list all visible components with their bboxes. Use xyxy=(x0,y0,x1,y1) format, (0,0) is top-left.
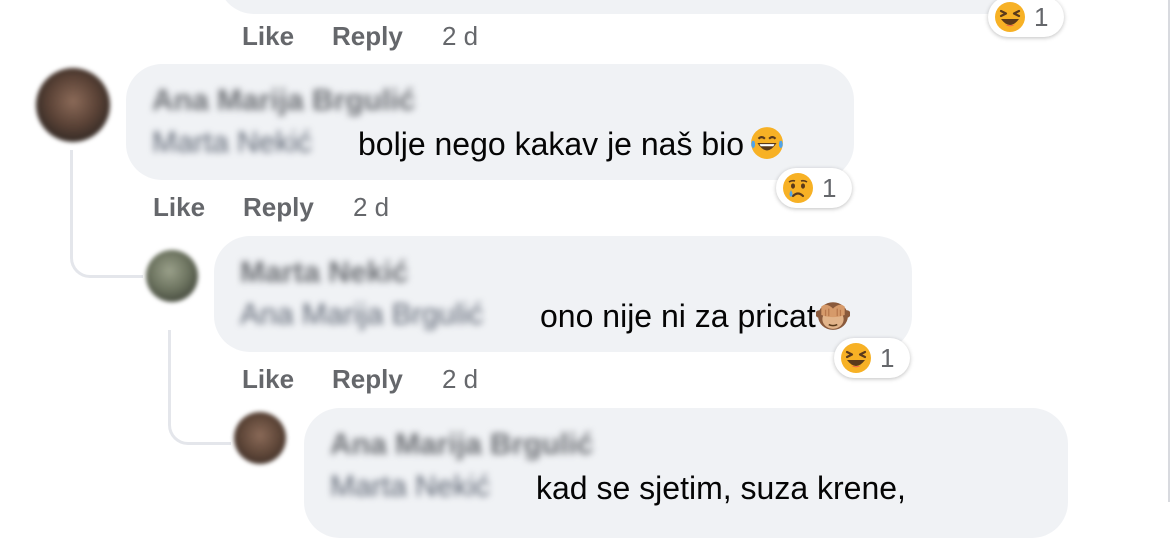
mention-tag[interactable]: Marta Nekić xyxy=(152,126,312,160)
reaction-count: 1 xyxy=(822,173,837,203)
like-button[interactable]: Like xyxy=(153,192,205,223)
reply-button[interactable]: Reply xyxy=(332,21,403,52)
thread-line xyxy=(168,330,231,445)
sad-tear-icon xyxy=(782,172,814,204)
like-button[interactable]: Like xyxy=(242,21,294,52)
avatar[interactable] xyxy=(146,250,198,302)
laughing-squint-icon xyxy=(840,342,872,374)
comment-timestamp[interactable]: 2 d xyxy=(442,21,478,52)
reaction-summary-top[interactable]: 1 xyxy=(988,0,1064,37)
reply-button[interactable]: Reply xyxy=(243,192,314,223)
reaction-count: 1 xyxy=(1034,2,1049,32)
comment-text: bolje nego kakav je naš bio xyxy=(358,126,784,163)
reply-button[interactable]: Reply xyxy=(332,364,403,395)
comment-bubble: Ana Marija Brgulić Marta Nekić bolje neg… xyxy=(126,64,854,180)
tears-of-joy-icon xyxy=(750,126,784,160)
thread-line xyxy=(70,150,143,278)
comment-text: kad se sjetim, suza krene, xyxy=(536,470,906,506)
comment-text-content: ono nije ni za pricat xyxy=(540,298,816,334)
comment-timestamp[interactable]: 2 d xyxy=(442,364,478,395)
avatar[interactable] xyxy=(234,412,286,464)
comment-timestamp[interactable]: 2 d xyxy=(353,192,389,223)
see-no-evil-monkey-icon xyxy=(816,298,850,332)
comment-text-content: bolje nego kakav je naš bio xyxy=(358,126,745,162)
comment-text: ono nije ni za pricat xyxy=(540,298,850,335)
mention-tag[interactable]: Ana Marija Brgulić xyxy=(240,298,483,332)
comment-bubble-top xyxy=(218,0,1038,14)
comment-bubble: Ana Marija Brgulić Marta Nekić kad se sj… xyxy=(304,408,1068,538)
reaction-count: 1 xyxy=(880,343,895,373)
like-button[interactable]: Like xyxy=(242,364,294,395)
comment-author[interactable]: Marta Nekić xyxy=(240,256,408,290)
avatar[interactable] xyxy=(36,68,110,142)
comment-bubble: Marta Nekić Ana Marija Brgulić ono nije … xyxy=(214,236,912,352)
comment-author[interactable]: Ana Marija Brgulić xyxy=(152,84,415,118)
comment-author[interactable]: Ana Marija Brgulić xyxy=(330,428,593,462)
reaction-summary[interactable]: 1 xyxy=(834,338,910,378)
reaction-summary[interactable]: 1 xyxy=(776,168,852,208)
laughing-squint-icon xyxy=(994,1,1026,33)
mention-tag[interactable]: Marta Nekić xyxy=(330,470,490,504)
